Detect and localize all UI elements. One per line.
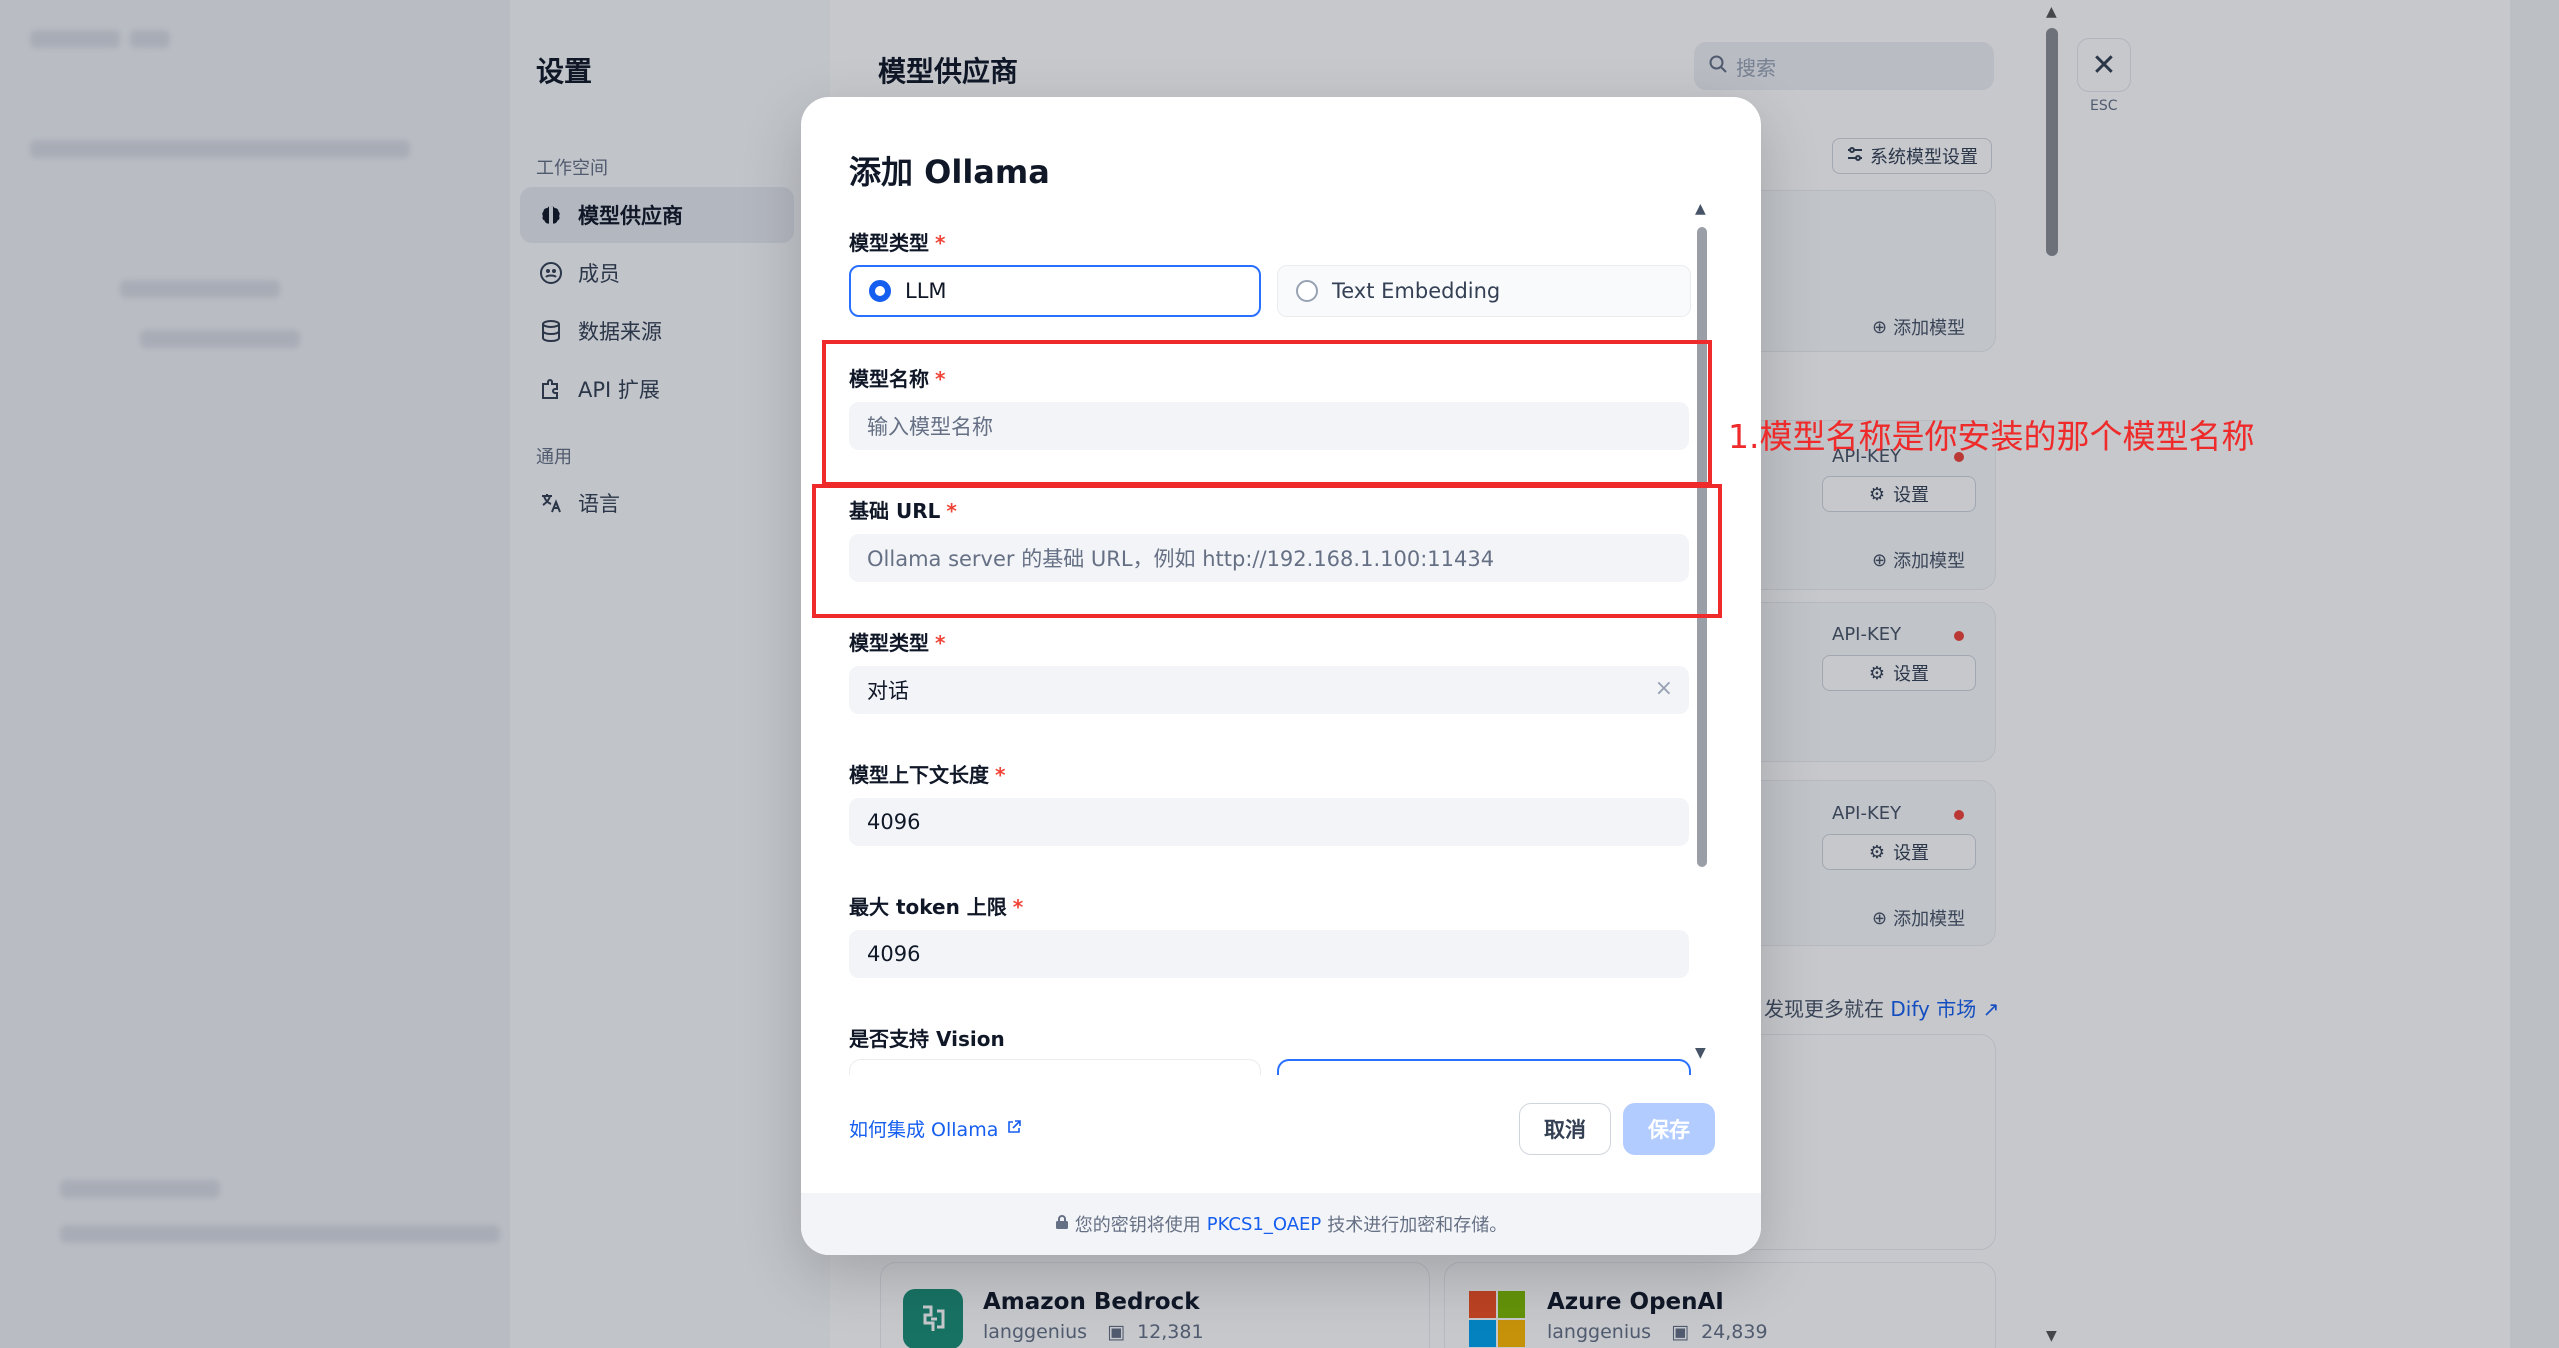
vision-option-yes[interactable] <box>1277 1059 1691 1075</box>
help-link-text: 如何集成 Ollama <box>849 1119 999 1141</box>
required-mark: * <box>935 631 946 655</box>
model-kind-label: 模型类型 * <box>849 227 945 256</box>
add-ollama-modal: 添加 Ollama 模型类型 * LLM Text Embedding 模型名称 *… <box>801 97 1761 1255</box>
context-length-label: 模型上下文长度 * <box>849 759 1005 788</box>
modal-scroll-down[interactable]: ▼ <box>1695 1045 1706 1061</box>
required-mark: * <box>995 763 1006 787</box>
required-mark: * <box>1012 895 1024 919</box>
cancel-button[interactable]: 取消 <box>1519 1103 1611 1155</box>
ollama-help-link[interactable]: 如何集成 Ollama <box>849 1115 1022 1142</box>
context-length-input[interactable]: 4096 <box>849 798 1689 846</box>
max-token-label: 最大 token 上限 * <box>849 891 1023 920</box>
vision-label: 是否支持 Vision <box>849 1023 1005 1052</box>
label-text: 模型上下文长度 <box>849 763 989 787</box>
radio-text-embedding[interactable]: Text Embedding <box>1277 265 1691 317</box>
annotation-box-model-name <box>822 340 1712 486</box>
max-token-input[interactable]: 4096 <box>849 930 1689 978</box>
model-type-select[interactable]: 对话 × <box>849 666 1689 714</box>
required-mark: * <box>935 231 946 255</box>
modal-title: 添加 Ollama <box>849 153 1050 191</box>
radio-llm[interactable]: LLM <box>849 265 1261 317</box>
modal-footer: 您的密钥将使用 PKCS1_OAEP 技术进行加密和存储。 <box>801 1193 1761 1255</box>
label-text: 是否支持 Vision <box>849 1027 1005 1051</box>
footer-text: 您的密钥将使用 <box>1074 1215 1201 1236</box>
lock-icon <box>1055 1214 1069 1235</box>
clear-icon[interactable]: × <box>1655 676 1673 701</box>
pkcs-link[interactable]: PKCS1_OAEP <box>1207 1214 1322 1235</box>
label-text: 模型类型 <box>849 231 929 255</box>
input-value: 4096 <box>867 942 921 966</box>
label-text: 最大 token 上限 <box>849 895 1007 919</box>
external-link-icon <box>1006 1118 1022 1140</box>
footer-text: 技术进行加密和存储。 <box>1327 1215 1508 1236</box>
model-type-label: 模型类型 * <box>849 627 945 656</box>
label-text: 模型类型 <box>849 631 929 655</box>
radio-unselected-icon <box>1296 280 1318 302</box>
save-button[interactable]: 保存 <box>1623 1103 1715 1155</box>
annotation-box-base-url <box>812 484 1722 618</box>
radio-label: Text Embedding <box>1332 279 1501 303</box>
radio-label: LLM <box>905 279 947 303</box>
vision-option-no[interactable] <box>849 1059 1261 1075</box>
input-value: 4096 <box>867 810 921 834</box>
radio-selected-icon <box>869 280 891 302</box>
modal-scroll-up[interactable]: ▲ <box>1695 201 1706 217</box>
select-value: 对话 <box>867 679 909 703</box>
annotation-text: 1.模型名称是你安装的那个模型名称 <box>1728 417 2255 456</box>
